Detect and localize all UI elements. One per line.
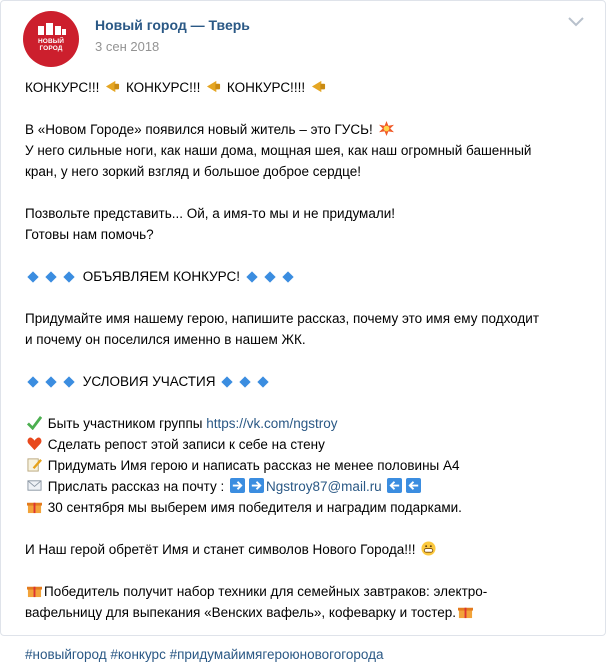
- avatar[interactable]: НОВЫЙ ГОРОД: [23, 11, 79, 67]
- text-line: и почему он поселился именно в нашем ЖК.: [25, 332, 306, 347]
- arrow-left-icon: [406, 478, 422, 493]
- diamond-icon: [27, 376, 39, 388]
- gift-icon: [27, 499, 42, 514]
- memo-icon: [27, 457, 42, 472]
- envelope-icon: [27, 478, 42, 493]
- text-line: Придумайте имя нашему герою, напишите ра…: [25, 311, 540, 326]
- text-line: Быть участником группы https://vk.com/ng…: [25, 413, 590, 434]
- text-line: И Наш герой обретёт Имя и станет символо…: [25, 539, 590, 560]
- hashtags[interactable]: #новыйгород #конкурс #придумайимягероюно…: [25, 644, 590, 665]
- text-line: В «Новом Городе» появился новый житель –…: [25, 119, 590, 140]
- text-line: Придумать Имя герою и написать рассказ н…: [25, 455, 590, 476]
- post-date[interactable]: 3 сен 2018: [95, 39, 159, 54]
- post-author[interactable]: Новый город — Тверь: [95, 17, 250, 33]
- diamond-icon: [239, 376, 251, 388]
- arrow-right-icon: [248, 478, 264, 493]
- post-header: НОВЫЙ ГОРОД Новый город — Тверь 3 сен 20…: [23, 11, 585, 67]
- boom-icon: [378, 121, 394, 136]
- diamond-icon: [63, 376, 75, 388]
- text-line: 30 сентября мы выберем имя победителя и …: [25, 497, 590, 518]
- diamond-icon: [45, 271, 57, 283]
- text-line: УСЛОВИЯ УЧАСТИЯ: [25, 371, 590, 392]
- text-line: КОНКУРС!!! КОНКУРС!!! КОНКУРС!!!!: [25, 77, 590, 98]
- heart-icon: [27, 436, 42, 451]
- check-icon: [27, 415, 42, 430]
- text-line: Готовы нам помочь?: [25, 227, 154, 242]
- diamond-icon: [27, 271, 39, 283]
- diamond-icon: [221, 376, 233, 388]
- gift-icon: [458, 604, 474, 619]
- arrow-right-icon: [229, 478, 245, 493]
- arrow-left-icon: [387, 478, 403, 493]
- text-line: Сделать репост этой записи к себе на сте…: [25, 434, 590, 455]
- grinning-face-icon: [421, 541, 436, 556]
- text-line: У него сильные ноги, как наши дома, мощн…: [25, 143, 532, 158]
- text-line: кран, у него зоркий взгляд и большое доб…: [25, 164, 361, 179]
- text-line: Прислать рассказ на почту : Ngstroy87@ma…: [25, 476, 590, 497]
- diamond-icon: [257, 376, 269, 388]
- diamond-icon: [264, 271, 276, 283]
- diamond-icon: [282, 271, 294, 283]
- diamond-icon: [45, 376, 57, 388]
- horn-icon: [105, 79, 120, 94]
- text-line: вафельницу для выпекания «Венских вафель…: [25, 602, 590, 623]
- email-link[interactable]: Ngstroy87@mail.ru: [266, 479, 382, 494]
- text-line: ОБЪЯВЛЯЕМ КОНКУРС!: [25, 266, 590, 287]
- chevron-down-icon[interactable]: [567, 15, 585, 29]
- post-text: КОНКУРС!!! КОНКУРС!!! КОНКУРС!!!! В «Нов…: [25, 77, 590, 665]
- group-link[interactable]: https://vk.com/ngstroy: [206, 416, 337, 431]
- diamond-icon: [63, 271, 75, 283]
- diamond-icon: [246, 271, 258, 283]
- horn-icon: [311, 79, 326, 94]
- text-line: Победитель получит набор техники для сем…: [25, 581, 590, 602]
- gift-icon: [27, 583, 42, 598]
- horn-icon: [206, 79, 221, 94]
- text-line: Позвольте представить... Ой, а имя-то мы…: [25, 206, 396, 221]
- avatar-text: НОВЫЙ ГОРОД: [38, 38, 64, 52]
- post-card: НОВЫЙ ГОРОД Новый город — Тверь 3 сен 20…: [0, 0, 606, 662]
